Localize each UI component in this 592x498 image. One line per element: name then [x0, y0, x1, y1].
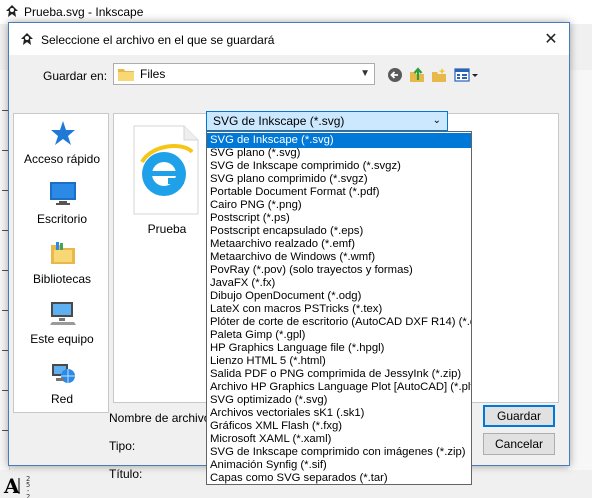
place-desktop[interactable]: Escritorio: [14, 180, 110, 236]
text-tool-icon[interactable]: A: [2, 474, 24, 496]
places-bar: Acceso rápido Escritorio Bibliotecas Est…: [13, 113, 109, 413]
filename-label: Nombre de archivo:: [109, 411, 214, 425]
up-folder-icon: [410, 67, 424, 82]
file-type-dropdown[interactable]: SVG de Inkscape (*.svg) SVG plano (*.svg)…: [206, 131, 472, 485]
place-libraries[interactable]: Bibliotecas: [14, 240, 110, 296]
inkscape-dialog-icon: [21, 33, 33, 45]
chevron-down-icon: ▼: [360, 68, 370, 79]
type-label: Tipo:: [109, 439, 136, 453]
place-this-pc[interactable]: Este equipo: [14, 300, 110, 356]
network-icon: [52, 364, 75, 383]
place-network[interactable]: Red: [14, 360, 110, 416]
new-folder-button[interactable]: [429, 65, 449, 85]
place-label: Bibliotecas: [32, 272, 92, 286]
inkscape-app-icon: [6, 5, 18, 17]
place-label: Este equipo: [30, 332, 94, 346]
file-type-combo[interactable]: SVG de Inkscape (*.svg) ⌄: [206, 111, 448, 131]
file-name: Prueba: [147, 222, 187, 236]
place-label: Acceso rápido: [23, 152, 101, 166]
up-folder-button[interactable]: [407, 65, 427, 85]
internet-explorer-icon: [133, 125, 199, 215]
libraries-icon: [51, 242, 75, 264]
location-combo[interactable]: Files ▼: [113, 63, 375, 85]
window-title: Prueba.svg - Inkscape: [24, 5, 144, 19]
back-icon: [388, 68, 402, 82]
chevron-down-icon: ⌄: [432, 115, 441, 126]
computer-icon: [50, 302, 76, 325]
svg-text:A: A: [3, 474, 20, 496]
location-value: Files: [140, 67, 166, 81]
inkscape-titlebar: Prueba.svg - Inkscape: [0, 0, 592, 24]
save-button[interactable]: Guardar: [483, 405, 555, 427]
place-label: Escritorio: [36, 212, 87, 226]
desktop-icon: [50, 182, 76, 205]
file-type-option[interactable]: Capas como SVG separados (*.tar): [207, 471, 471, 486]
dialog-title: Seleccione el archivo en el que se guard…: [41, 33, 275, 47]
close-icon: ✕: [544, 31, 558, 48]
file-type-value: SVG de Inkscape (*.svg): [213, 114, 345, 128]
folder-icon: [118, 69, 134, 81]
view-menu-icon: [454, 68, 478, 82]
close-button[interactable]: ✕: [535, 27, 567, 51]
file-item[interactable]: Prueba: [122, 122, 212, 236]
cancel-button[interactable]: Cancelar: [483, 433, 555, 455]
save-in-label: Guardar en:: [43, 69, 108, 83]
back-button[interactable]: [385, 65, 405, 85]
title-label: Título:: [109, 467, 143, 481]
place-label: Red: [50, 392, 73, 406]
ruler-label: 25-25: [26, 475, 31, 498]
place-quick-access[interactable]: Acceso rápido: [14, 120, 110, 176]
dialog-titlebar: Seleccione el archivo en el que se guard…: [9, 23, 569, 55]
star-icon: [51, 121, 75, 145]
new-folder-icon: [432, 68, 446, 82]
view-menu-button[interactable]: [453, 65, 481, 85]
right-panel: [568, 70, 592, 470]
